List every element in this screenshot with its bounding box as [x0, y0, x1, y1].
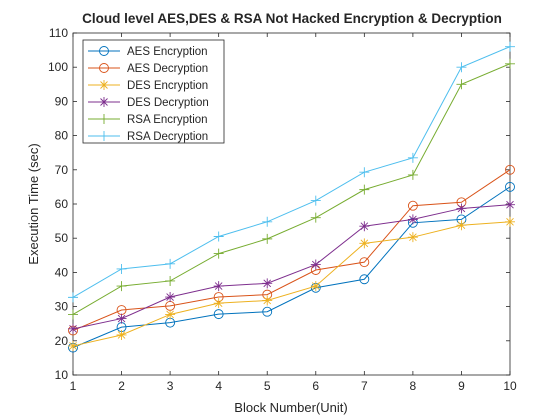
legend-label: DES Encryption: [127, 80, 208, 92]
x-tick-label: 4: [215, 379, 222, 393]
data-point: [359, 238, 370, 249]
data-point: [407, 232, 418, 243]
legend-label: RSA Decryption: [127, 131, 208, 143]
data-point: [262, 278, 273, 289]
x-axis-label: Block Number(Unit): [234, 400, 347, 415]
data-point: [165, 292, 176, 303]
legend: AES Encryption AES Decryption DES Encrypti…: [82, 39, 225, 144]
x-tick-label: 6: [312, 379, 319, 393]
x-tick-label: 3: [167, 379, 174, 393]
x-tick-label: 8: [410, 379, 417, 393]
data-point: [456, 220, 467, 231]
y-tick-label: 80: [55, 129, 69, 143]
legend-label: RSA Encryption: [127, 114, 208, 126]
data-point: [456, 203, 467, 214]
x-tick-label: 1: [70, 379, 77, 393]
data-point: [68, 340, 78, 351]
y-tick-label: 30: [55, 300, 69, 314]
x-tick-label: 9: [458, 379, 465, 393]
x-tick-label: 2: [118, 379, 125, 393]
y-tick-label: 20: [55, 334, 69, 348]
data-point: [359, 221, 370, 232]
line-chart: Cloud level AES,DES & RSA Not Hacked Enc…: [26, 11, 517, 415]
y-axis-label: Execution Time (sec): [26, 143, 41, 264]
legend-marker: [99, 80, 109, 90]
data-point: [262, 295, 273, 306]
data-point: [505, 199, 515, 210]
data-point: [505, 216, 515, 227]
y-tick-label: 90: [55, 94, 69, 108]
legend-label: AES Decryption: [127, 63, 208, 75]
y-tick-label: 70: [55, 163, 69, 177]
data-point: [116, 313, 127, 324]
chart-title: Cloud level AES,DES & RSA Not Hacked Enc…: [82, 11, 502, 26]
data-point: [213, 298, 224, 309]
legend-marker: [99, 97, 109, 107]
y-tick-label: 50: [55, 231, 69, 245]
legend-label: AES Encryption: [127, 46, 208, 58]
data-point: [68, 323, 78, 334]
legend-label: DES Decryption: [127, 97, 209, 109]
y-tick-label: 100: [48, 60, 68, 74]
data-point: [213, 281, 224, 292]
y-tick-label: 60: [55, 197, 69, 211]
data-point: [165, 309, 176, 320]
y-tick-label: 10: [55, 368, 69, 382]
data-point: [310, 259, 321, 270]
y-tick-label: 40: [55, 265, 69, 279]
x-tick-label: 10: [503, 379, 517, 393]
data-point: [407, 214, 418, 225]
y-tick-label: 110: [49, 26, 68, 40]
x-tick-label: 7: [361, 379, 368, 393]
data-point: [310, 281, 321, 292]
data-point: [116, 329, 127, 340]
x-tick-label: 5: [264, 379, 271, 393]
